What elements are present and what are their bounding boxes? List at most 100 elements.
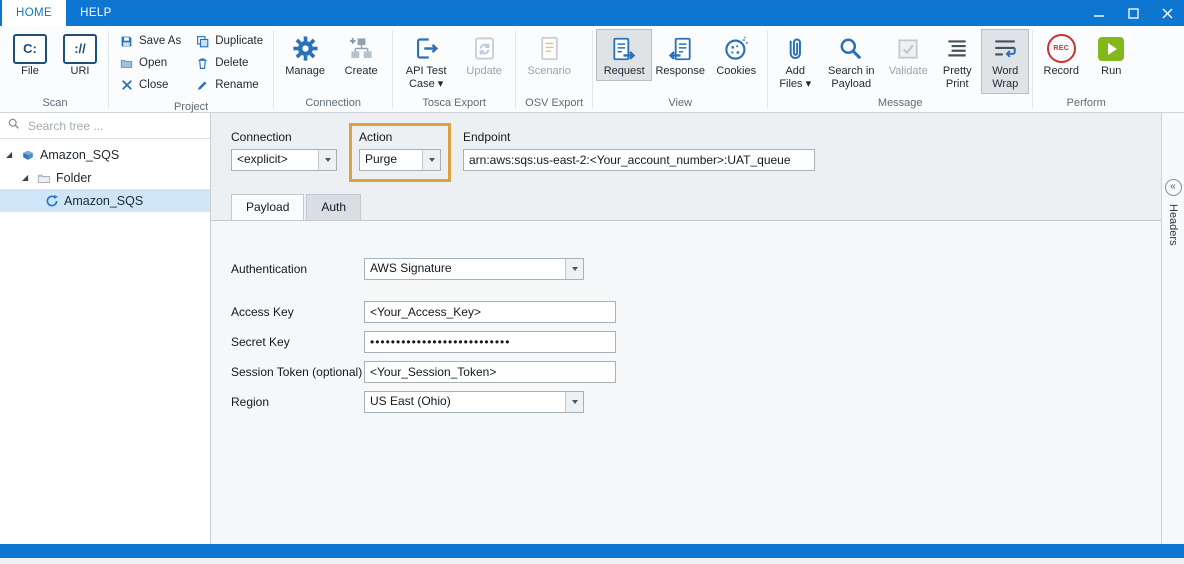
ribbon-group-osv-export: Scenario OSV Export	[516, 26, 592, 112]
expand-arrow-icon[interactable]	[6, 150, 15, 159]
tree-sidebar: Amazon_SQS Folder Amazon_SQS	[0, 113, 211, 544]
close-project-icon	[119, 78, 134, 93]
access-key-input[interactable]	[364, 301, 616, 323]
expand-arrow-icon[interactable]	[22, 173, 31, 182]
create-connection-button[interactable]: Create	[333, 29, 389, 81]
run-play-icon	[1097, 32, 1125, 65]
dropdown-arrow-icon[interactable]	[565, 392, 583, 412]
uri-scan-icon: ://	[63, 34, 97, 64]
action-label: Action	[359, 130, 441, 144]
secret-key-input[interactable]	[364, 331, 616, 353]
search-in-payload-button[interactable]: Search in Payload	[819, 29, 883, 94]
refresh-node-icon	[44, 193, 59, 208]
validate-checkbox-icon	[895, 32, 921, 65]
pretty-print-button[interactable]: Pretty Print	[933, 29, 981, 94]
auth-panel: Authentication AWS Signature Access Key …	[211, 220, 1161, 544]
scenario-button[interactable]: Scenario	[519, 29, 579, 81]
open-button[interactable]: Open	[114, 52, 186, 74]
region-select[interactable]: US East (Ohio)	[364, 391, 584, 413]
app-window: HOME HELP C: File :// URI Sc	[0, 0, 1184, 564]
save-as-icon	[119, 34, 134, 49]
cookies-view-button[interactable]: Cookies	[708, 29, 764, 81]
api-test-case-button[interactable]: API Test Case ▾	[396, 29, 456, 94]
duplicate-button[interactable]: Duplicate	[190, 30, 268, 52]
endpoint-input[interactable]	[463, 149, 815, 171]
update-button[interactable]: Update	[456, 29, 512, 81]
authentication-select[interactable]: AWS Signature	[364, 258, 584, 280]
close-icon	[1162, 8, 1173, 19]
add-files-button[interactable]: Add Files ▾	[771, 29, 819, 94]
update-icon	[471, 32, 498, 65]
tab-home[interactable]: HOME	[2, 0, 66, 26]
maximize-icon	[1128, 8, 1139, 19]
tree-search-input[interactable]	[26, 118, 203, 134]
delete-trash-icon	[195, 56, 210, 71]
uri-scan-button[interactable]: :// URI	[55, 29, 105, 81]
folder-icon	[36, 170, 51, 185]
tab-auth[interactable]: Auth	[306, 194, 361, 220]
ribbon-group-label-connection: Connection	[277, 96, 389, 112]
tree-item-folder[interactable]: Folder	[0, 166, 210, 189]
title-bar: HOME HELP	[0, 0, 1184, 26]
manage-connection-button[interactable]: Manage	[277, 29, 333, 81]
status-bar	[0, 544, 1184, 558]
tree-item-amazon-sqs[interactable]: Amazon_SQS	[0, 189, 210, 212]
cookie-icon	[723, 32, 750, 65]
file-scan-button[interactable]: C: File	[5, 29, 55, 81]
project-node-icon	[20, 147, 35, 162]
access-key-row: Access Key	[231, 301, 1161, 323]
response-document-icon	[666, 32, 694, 65]
gear-icon	[291, 32, 320, 65]
ribbon: C: File :// URI Scan Save As Open	[0, 26, 1184, 113]
action-annotation-box: Action Purge	[349, 123, 451, 182]
authentication-row: Authentication AWS Signature	[231, 258, 1161, 280]
payload-auth-tabbar: Payload Auth	[211, 190, 1161, 220]
ribbon-group-tosca-export: API Test Case ▾ Update Tosca Export	[393, 26, 515, 112]
action-select[interactable]: Purge	[359, 149, 441, 171]
tab-help[interactable]: HELP	[66, 0, 126, 26]
run-button[interactable]: Run	[1086, 29, 1136, 81]
connection-select[interactable]: <explicit>	[231, 149, 337, 171]
ribbon-group-label-view: View	[596, 96, 764, 112]
open-folder-icon	[119, 56, 134, 71]
session-token-input[interactable]	[364, 361, 616, 383]
dropdown-arrow-icon[interactable]	[422, 150, 440, 170]
dropdown-arrow-icon[interactable]	[565, 259, 583, 279]
tree-item-root[interactable]: Amazon_SQS	[0, 143, 210, 166]
record-button[interactable]: REC Record	[1036, 29, 1086, 81]
ribbon-group-label-perform: Perform	[1036, 96, 1136, 112]
scenario-document-icon	[536, 32, 563, 65]
word-wrap-button[interactable]: Word Wrap	[981, 29, 1029, 94]
pretty-print-icon	[944, 32, 970, 65]
bottom-strip	[0, 558, 1184, 564]
rename-pencil-icon	[195, 78, 210, 93]
rename-button[interactable]: Rename	[190, 74, 268, 96]
ribbon-group-connection: Manage Create Connection	[274, 26, 392, 112]
word-wrap-icon	[992, 32, 1018, 65]
tree-search-box	[0, 113, 210, 139]
close-project-button[interactable]: Close	[114, 74, 186, 96]
authentication-label: Authentication	[231, 262, 364, 276]
create-connection-icon	[348, 32, 375, 65]
ribbon-group-message: Add Files ▾ Search in Payload Validate P…	[768, 26, 1032, 112]
headers-side-tab[interactable]: Headers	[1167, 204, 1179, 246]
response-view-button[interactable]: Response	[652, 29, 708, 81]
api-test-case-export-icon	[413, 32, 440, 65]
delete-button[interactable]: Delete	[190, 52, 268, 74]
dropdown-arrow-icon[interactable]	[318, 150, 336, 170]
collapse-chevron-icon[interactable]	[1165, 179, 1182, 196]
file-scan-icon: C:	[13, 34, 47, 64]
ribbon-group-label-tosca-export: Tosca Export	[396, 96, 512, 112]
save-as-button[interactable]: Save As	[114, 30, 186, 52]
message-editor: Connection <explicit> Action Purge Endpo…	[211, 113, 1161, 544]
validate-button[interactable]: Validate	[883, 29, 933, 81]
ribbon-group-label-message: Message	[771, 96, 1029, 112]
maximize-button[interactable]	[1116, 0, 1150, 26]
minimize-button[interactable]	[1082, 0, 1116, 26]
request-header-form: Connection <explicit> Action Purge Endpo…	[211, 113, 1161, 190]
duplicate-icon	[195, 34, 210, 49]
request-view-button[interactable]: Request	[596, 29, 652, 81]
close-button[interactable]	[1150, 0, 1184, 26]
ribbon-group-label-scan: Scan	[5, 96, 105, 112]
tab-payload[interactable]: Payload	[231, 194, 304, 220]
